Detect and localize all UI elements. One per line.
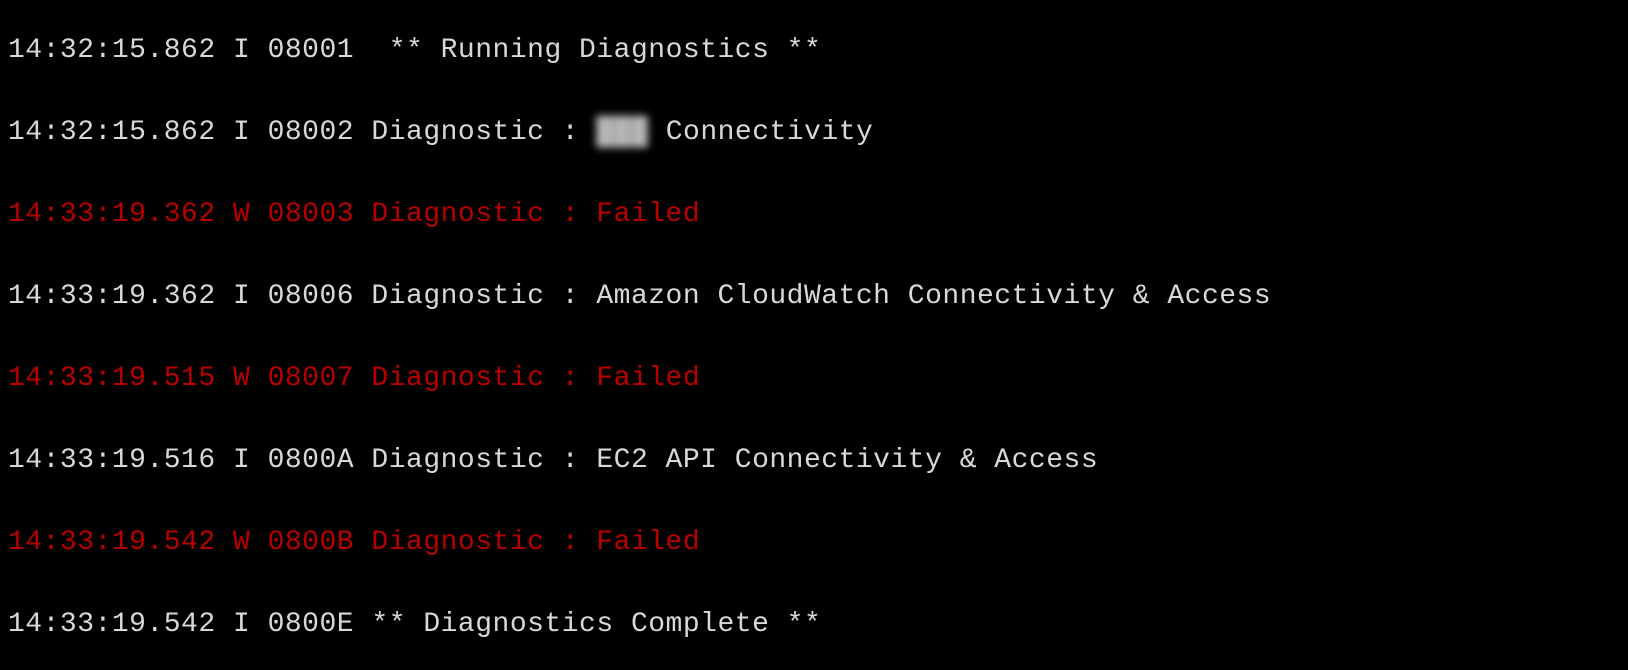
log-msg: ** Diagnostics Complete ** [371,609,821,640]
log-msg: Diagnostic : Amazon CloudWatch Connectiv… [371,281,1271,312]
log-level: I [233,445,250,476]
log-code: 08003 [268,199,355,230]
log-line: 14:33:19.542 I 0800E ** Diagnostics Comp… [8,608,1620,670]
log-time: 14:33:19.542 [8,609,216,640]
log-line: 14:32:15.862 I 08002 Diagnostic : ███ Co… [8,116,1620,198]
log-level: W [233,199,250,230]
log-time: 14:33:19.362 [8,199,216,230]
log-line: 14:32:15.862 I 08001 ** Running Diagnost… [8,34,1620,116]
terminal-output: 14:32:15.862 I 08001 ** Running Diagnost… [0,0,1628,670]
log-line: 14:33:19.362 W 08003 Diagnostic : Failed [8,198,1620,280]
log-msg-suffix: Connectivity [648,117,873,148]
log-line: 14:33:19.362 I 08006 Diagnostic : Amazon… [8,280,1620,362]
log-sep [371,35,388,66]
log-time: 14:33:19.542 [8,527,216,558]
log-level: I [233,117,250,148]
log-level: I [233,281,250,312]
log-line: 14:33:19.516 I 0800A Diagnostic : EC2 AP… [8,444,1620,526]
log-msg: Diagnostic : Failed [371,527,700,558]
log-code: 0800E [268,609,355,640]
log-time: 14:32:15.862 [8,117,216,148]
log-time: 14:33:19.362 [8,281,216,312]
log-code: 08001 [268,35,355,66]
log-msg: Diagnostic : EC2 API Connectivity & Acce… [371,445,1098,476]
log-level: I [233,609,250,640]
log-level: W [233,363,250,394]
log-msg: Diagnostic : Failed [371,363,700,394]
log-code: 08007 [268,363,355,394]
log-line: 14:33:19.542 W 0800B Diagnostic : Failed [8,526,1620,608]
log-level: W [233,527,250,558]
log-level: I [233,35,250,66]
redacted-text: ███ [596,116,648,150]
log-msg: ** Running Diagnostics ** [389,35,822,66]
log-line: 14:33:19.515 W 08007 Diagnostic : Failed [8,362,1620,444]
log-code: 08002 [268,117,355,148]
log-msg: Diagnostic : Failed [371,199,700,230]
log-time: 14:33:19.515 [8,363,216,394]
log-code: 0800A [268,445,355,476]
log-time: 14:33:19.516 [8,445,216,476]
log-msg-prefix: Diagnostic : [371,117,596,148]
log-code: 0800B [268,527,355,558]
log-code: 08006 [268,281,355,312]
log-time: 14:32:15.862 [8,35,216,66]
